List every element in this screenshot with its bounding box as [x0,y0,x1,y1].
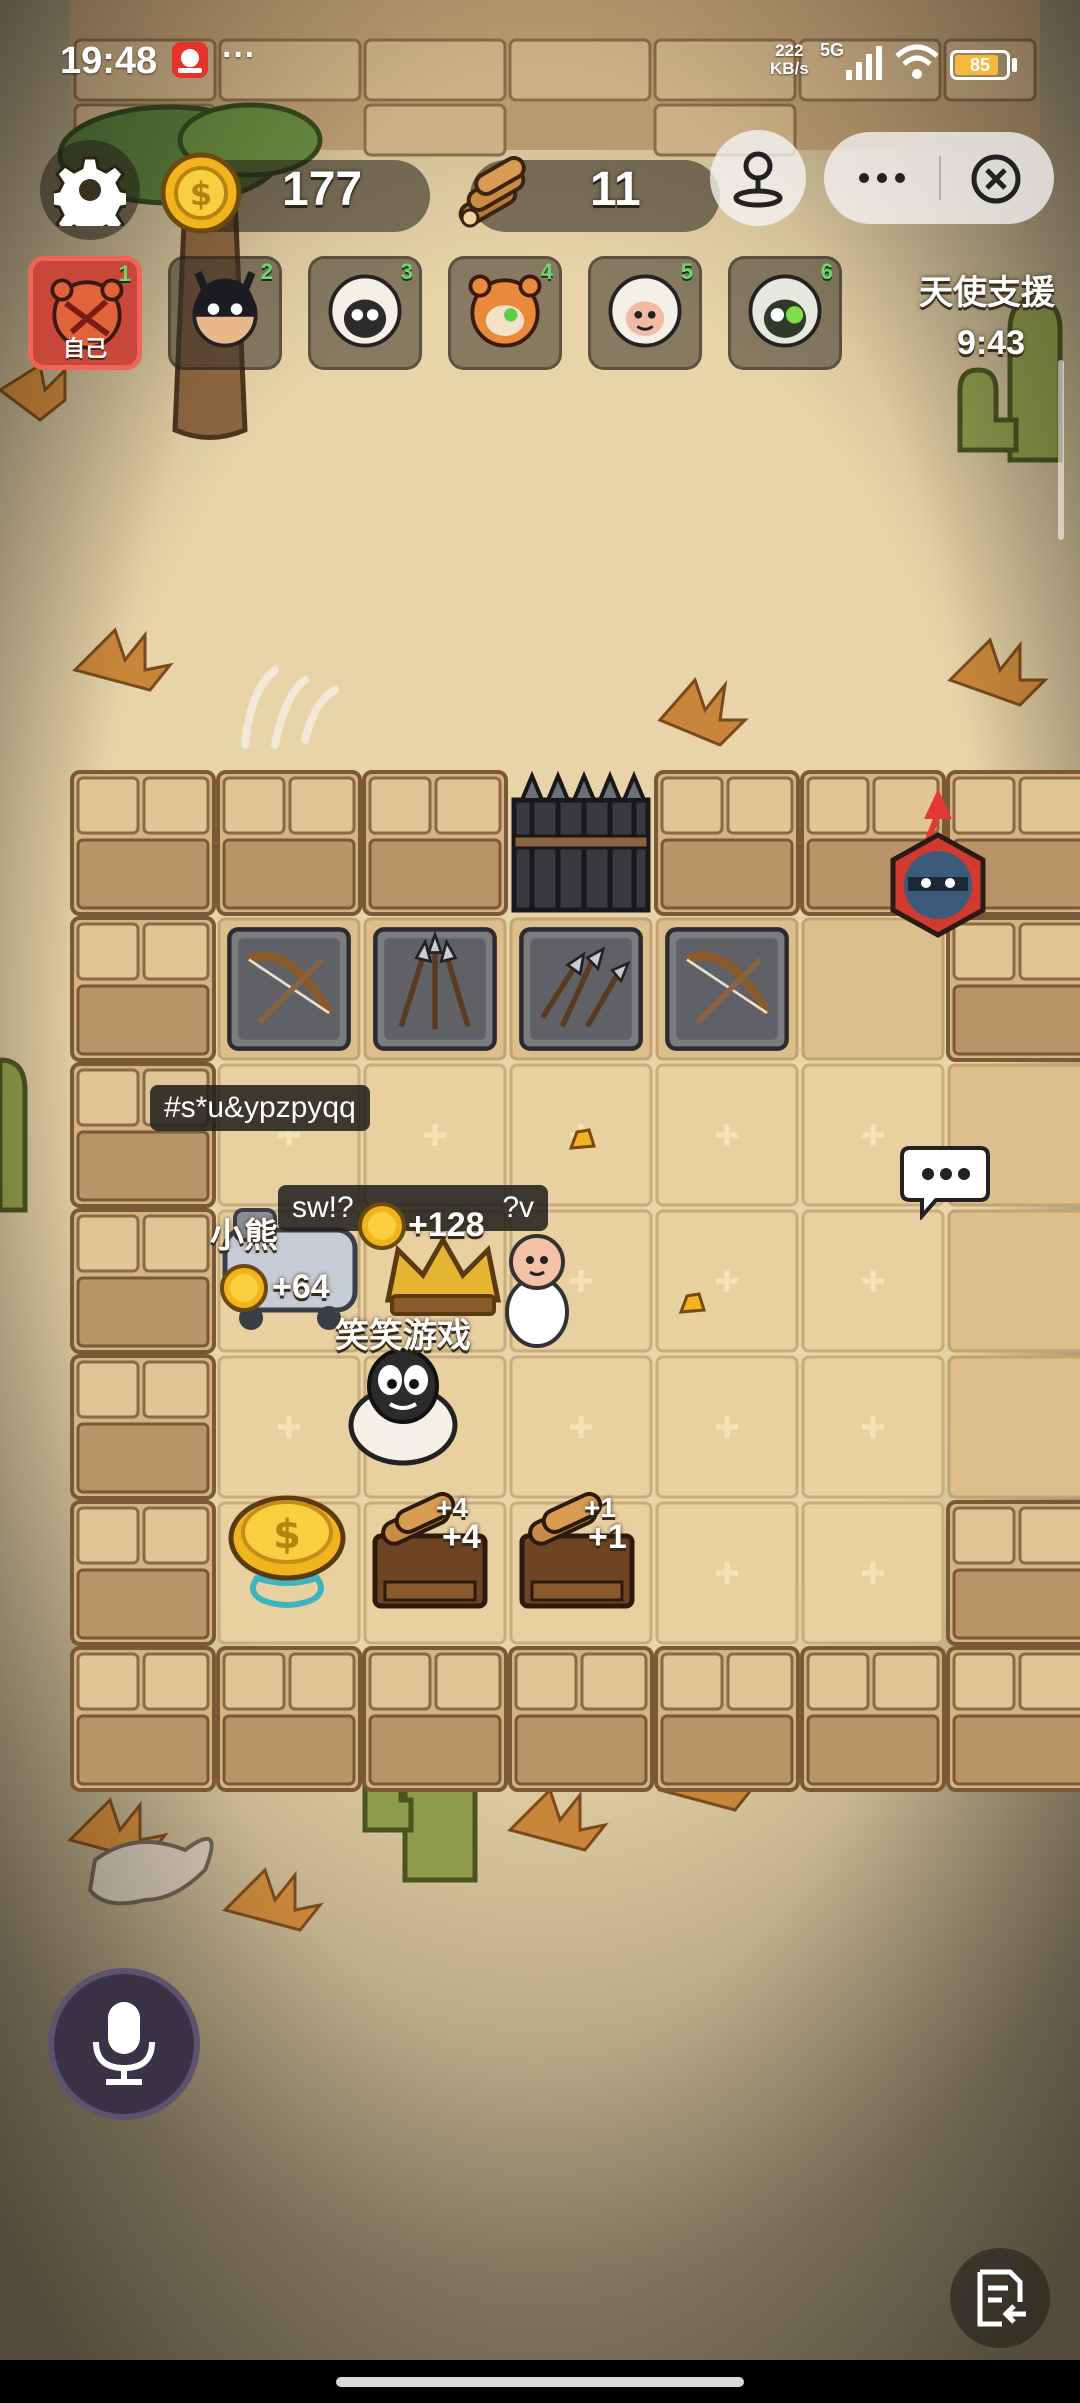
stone-wall-tile [70,1208,216,1354]
arrow-turret[interactable] [370,924,500,1054]
floor-tile[interactable] [508,1354,654,1500]
log-exit-icon [977,2269,1026,2327]
stone-wall-tile [70,1500,216,1646]
crossbow-turret[interactable] [224,924,354,1054]
wood-gain-popup: +1 [588,1518,627,1556]
pink-character[interactable] [492,1222,582,1352]
stone-wall-tile [70,1062,216,1208]
wood-gain-popup: +4 [442,1518,481,1556]
player-label: 笑笑游戏 [335,1316,471,1356]
voice-chat-button[interactable] [48,1968,200,2120]
player-label: 小熊 [210,1216,278,1256]
home-indicator[interactable] [336,2377,744,2387]
stone-wall-tile [946,1646,1080,1792]
chat-button[interactable] [900,1140,990,1222]
iron-gate[interactable] [508,770,654,916]
enemy-marker-icon [890,789,986,938]
stone-wall-tile [654,770,800,916]
gold-nugget-icon [566,1124,598,1154]
stone-wall-tile [508,1646,654,1792]
floor-tile[interactable] [654,1354,800,1500]
floor-tile[interactable] [654,1208,800,1354]
stone-wall-tile [70,916,216,1062]
arrow-turret[interactable] [516,924,646,1054]
floor-tile[interactable] [654,1062,800,1208]
name-tag-text: sw!? [292,1191,354,1224]
game-log-button[interactable] [950,2248,1050,2348]
coin-generator[interactable]: $ [222,1478,352,1618]
stone-wall-tile [70,770,216,916]
stone-wall-tile [70,1646,216,1792]
stone-wall-tile [654,1646,800,1792]
chat-bubble-icon [900,1146,990,1222]
stone-wall-tile [800,1646,946,1792]
game-stage[interactable]: 19:48 ··· 222 KB/s 5G 85 $ 177 11 1 自己 2… [0,0,1080,2360]
microphone-icon [93,2002,155,2085]
coin-icon [358,1202,406,1250]
floor-tile[interactable] [654,1500,800,1646]
player-name-tag: #s*u&ypzpyqq [150,1085,370,1131]
coin-gain-popup: +64 [272,1268,330,1306]
stone-wall-tile [946,1500,1080,1646]
floor-tile[interactable] [800,1500,946,1646]
enemy-direction-marker[interactable] [878,785,998,955]
floor-tile[interactable] [800,1208,946,1354]
floor-tile[interactable] [946,1354,1080,1500]
svg-text:$: $ [273,1512,301,1558]
stone-wall-tile [362,1646,508,1792]
stone-wall-tile [362,770,508,916]
name-tag-text-tail: ?v [502,1191,534,1224]
coin-gain-popup: +128 [408,1206,485,1244]
gold-nugget-icon [676,1288,708,1318]
floor-tile[interactable] [946,1208,1080,1354]
floor-tile[interactable] [800,1354,946,1500]
stone-wall-tile [216,1646,362,1792]
coin-icon [220,1264,268,1312]
crossbow-turret[interactable] [662,924,792,1054]
stone-wall-tile [70,1354,216,1500]
stone-wall-tile [216,770,362,916]
